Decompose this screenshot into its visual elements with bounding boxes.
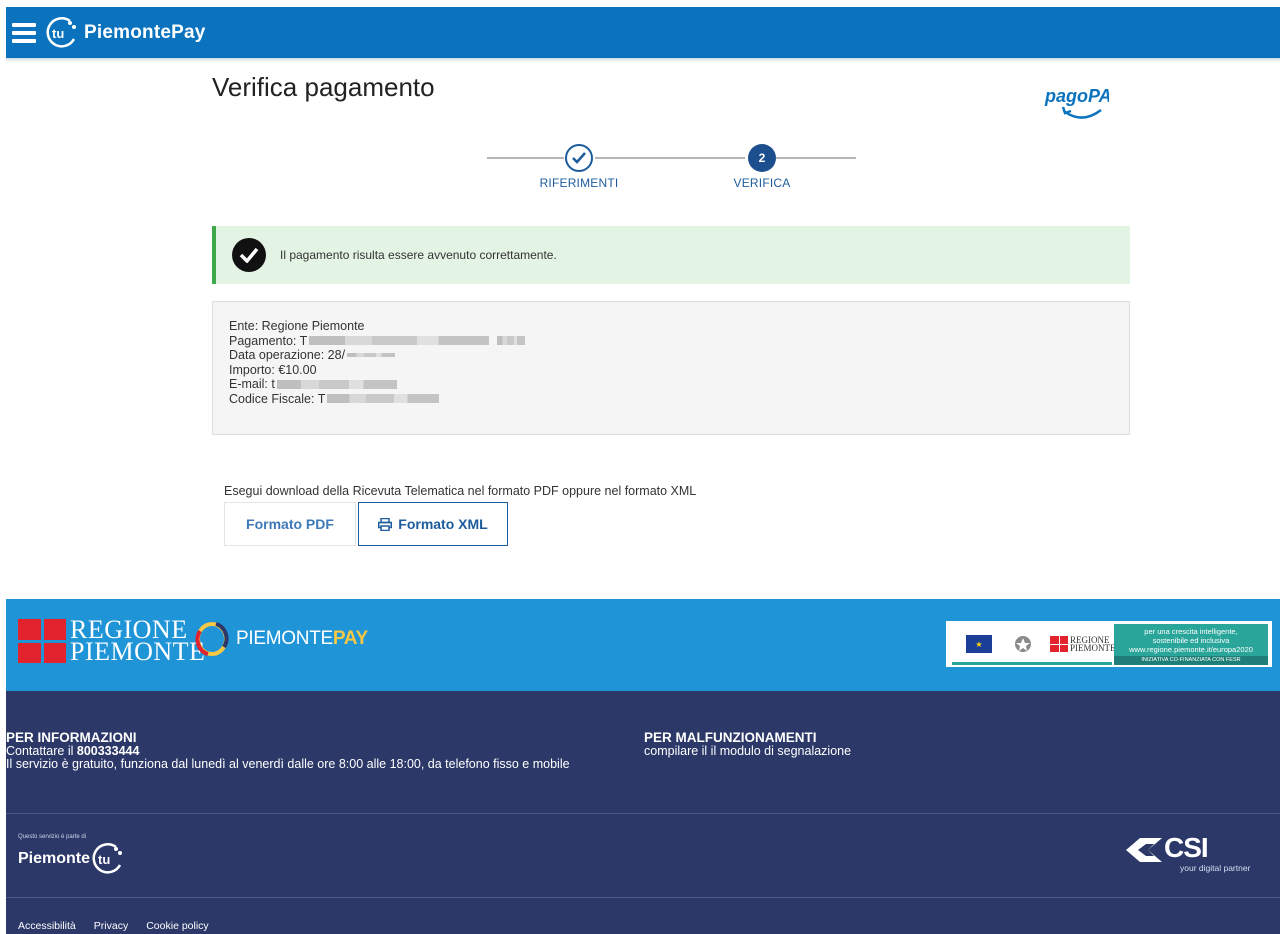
progress-stepper: RIFERIMENTI 2 VERIFICA [487, 142, 857, 192]
footer-malfunctions: PER MALFUNZIONAMENTI compilare il il mod… [644, 731, 851, 758]
brand-logo[interactable]: tu PiemontePay [44, 15, 206, 51]
regione-piemonte-logo[interactable]: REGIONE PIEMONTE [18, 617, 205, 665]
svg-text:tu: tu [98, 852, 110, 867]
step-riferimenti-check-icon[interactable] [565, 144, 593, 172]
download-xml-button[interactable]: Formato XML [358, 502, 508, 546]
tu-logo-icon: tu [46, 16, 76, 48]
check-circle-icon [232, 238, 266, 272]
tu-logo-icon: tu [92, 843, 123, 874]
detail-importo: Importo: €10.00 [229, 362, 317, 377]
step-verifica-number: 2 [748, 144, 776, 172]
success-alert: Il pagamento risulta essere avvenuto cor… [212, 226, 1130, 284]
piemonte-tu-logo[interactable]: Questo servizio è parte di Piemonte tu [18, 834, 126, 877]
footer-info-title: PER INFORMAZIONI [6, 730, 137, 745]
footer-link-accessibilita[interactable]: Accessibilità [18, 920, 76, 932]
footer: PER INFORMAZIONI Contattare il 800333444… [6, 691, 1280, 934]
brand-name: PiemontePay [84, 21, 206, 43]
footer-links: Accessibilità Privacy Cookie policy [18, 920, 209, 932]
svg-text:pagoPA: pagoPA [1044, 86, 1109, 106]
step-riferimenti-label[interactable]: RIFERIMENTI [519, 176, 639, 190]
piemontepay-logo[interactable]: PIEMONTEPAY [194, 621, 368, 657]
eu-regione-logo: REGIONE PIEMONTE [1050, 636, 1116, 653]
svg-text:tu: tu [52, 26, 64, 41]
payment-details: Ente: Regione Piemonte Pagamento: T Data… [212, 301, 1130, 435]
footer-logos: REGIONE PIEMONTE PIEMONTEPAY ★ REGIONE PIE… [6, 599, 1280, 691]
footer-link-privacy[interactable]: Privacy [94, 920, 128, 932]
print-icon [378, 517, 393, 531]
footer-malf-link[interactable]: compilare il il modulo di segnalazione [644, 744, 851, 759]
step-verifica-label: VERIFICA [733, 176, 791, 190]
download-pdf-button[interactable]: Formato PDF [224, 502, 356, 546]
italy-emblem-icon [1015, 636, 1031, 652]
piemontepay-ring-icon [195, 622, 229, 656]
eu-tagline: per una crescita intelligente, sostenibi… [1114, 624, 1268, 665]
csi-shape-icon [1126, 838, 1162, 862]
download-instructions: Esegui download della Ricevuta Telematic… [224, 484, 697, 498]
detail-data-operazione: Data operazione: 28/ [229, 348, 1113, 363]
footer-malf-title: PER MALFUNZIONAMENTI [644, 730, 817, 745]
alert-message: Il pagamento risulta essere avvenuto cor… [280, 248, 557, 262]
detail-ente: Ente: Regione Piemonte [229, 319, 365, 333]
detail-email: E-mail: t [229, 377, 1113, 392]
footer-phone[interactable]: 800333444 [77, 744, 140, 758]
menu-icon[interactable] [12, 22, 36, 43]
pagopa-logo: pagoPA [1044, 86, 1109, 119]
eu-flag-icon: ★ [966, 635, 992, 653]
detail-codice-fiscale: Codice Fiscale: T [229, 392, 1113, 407]
page-title: Verifica pagamento [212, 72, 435, 102]
eu-fesr-banner[interactable]: ★ REGIONE PIEMONTE per una crescita intel… [946, 621, 1272, 667]
footer-link-cookie-policy[interactable]: Cookie policy [146, 920, 208, 932]
footer-info: PER INFORMAZIONI Contattare il 800333444… [6, 730, 570, 771]
detail-pagamento: Pagamento: T [229, 334, 1113, 349]
regione-flag-icon [18, 619, 66, 663]
top-navbar: tu PiemontePay [6, 7, 1280, 62]
csi-logo[interactable]: CSI your digital partner [1124, 834, 1250, 873]
